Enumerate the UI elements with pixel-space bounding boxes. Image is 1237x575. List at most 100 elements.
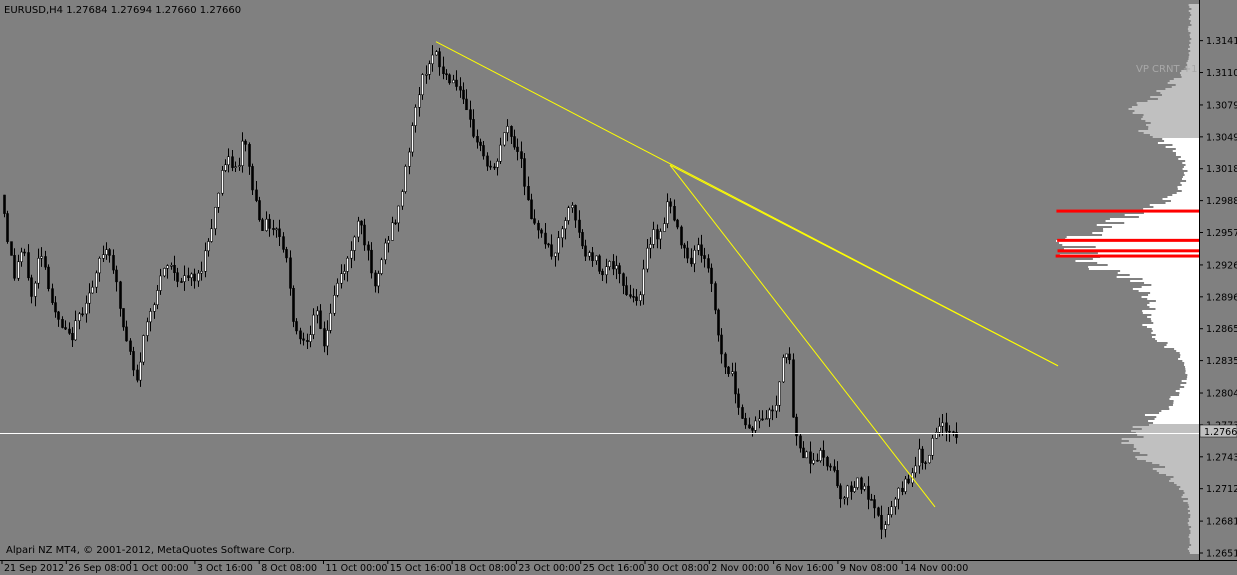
candle-body: [717, 309, 720, 336]
profile-bar: [1188, 48, 1199, 50]
candle-body: [115, 269, 118, 283]
time-axis-labels: 21 Sep 2012 26 Sep 08:00 1 Oct 00:00 3 Oct …: [1, 560, 968, 574]
profile-bar: [1185, 372, 1199, 374]
candle-body: [666, 201, 669, 224]
profile-bar: [1188, 18, 1199, 20]
candle-body: [265, 218, 268, 231]
profile-bar: [1178, 158, 1199, 160]
profile-bar: [1189, 538, 1199, 540]
candle-body: [166, 265, 169, 269]
candle-body: [588, 252, 591, 257]
candle-body: [622, 273, 625, 286]
profile-bar: [1149, 204, 1199, 206]
candle-body: [775, 404, 778, 412]
profile-bar: [1188, 518, 1199, 520]
candle-body: [809, 451, 812, 464]
profile-bar: [1146, 326, 1199, 328]
candle-body: [289, 257, 292, 289]
profile-bar: [1121, 438, 1199, 440]
profile-bar: [1187, 376, 1199, 378]
candle-body: [214, 207, 217, 230]
profile-bar: [1149, 302, 1199, 304]
candle-body: [598, 255, 601, 272]
candle-body: [574, 205, 577, 221]
profile-bar: [1096, 224, 1199, 226]
profile-bar: [1190, 530, 1199, 532]
candle-body: [612, 261, 615, 270]
profile-bar: [1155, 300, 1199, 302]
profile-bar: [1188, 30, 1199, 32]
candle-body: [125, 326, 128, 342]
candle-body: [391, 222, 394, 241]
profile-bar: [1062, 244, 1199, 246]
profile-bar: [1182, 176, 1199, 178]
profile-bar: [1154, 418, 1199, 420]
price-chart[interactable]: 1.31410 1.31105 1.30795 1.30490 1.30185 1.298…: [0, 0, 1237, 575]
candle-body: [503, 132, 506, 146]
candle-body: [40, 256, 43, 259]
profile-bar: [1185, 366, 1199, 368]
candle-body: [884, 524, 887, 530]
profile-bar: [1156, 340, 1199, 342]
profile-peak: [1057, 238, 1199, 242]
candle-body: [91, 286, 94, 294]
profile-bar: [1187, 548, 1199, 550]
candle-body: [333, 294, 336, 314]
candle-body: [554, 252, 557, 257]
profile-bar: [1120, 270, 1199, 272]
candle-body: [275, 228, 278, 231]
profile-bar: [1147, 316, 1199, 318]
candle-body: [85, 302, 88, 315]
time-tick-label: 30 Oct 08:00: [647, 563, 709, 574]
candle-body: [799, 435, 802, 449]
candle-body: [754, 420, 757, 431]
candle-body: [329, 312, 332, 331]
candle-body: [802, 447, 805, 459]
candle-body: [686, 247, 689, 259]
candle-body: [805, 451, 808, 459]
candle-body: [255, 189, 258, 201]
profile-bar: [1165, 88, 1199, 90]
candle-body: [187, 275, 190, 279]
profile-bar: [1156, 416, 1199, 418]
profile-bar: [1180, 486, 1199, 488]
profile-bar: [1188, 512, 1199, 514]
candle-body: [435, 51, 438, 56]
profile-bar: [1153, 422, 1199, 424]
candle-body: [112, 255, 115, 271]
candle-body: [659, 231, 662, 240]
candle-body: [506, 126, 509, 134]
candle-body: [720, 334, 723, 355]
candle-body: [703, 255, 706, 259]
candle-body: [768, 409, 771, 419]
candle-body: [890, 506, 893, 515]
profile-bar: [1147, 298, 1199, 300]
price-tick-label: 1.28960: [1206, 292, 1237, 303]
profile-bar: [1188, 524, 1199, 526]
profile-peak: [1057, 249, 1199, 253]
profile-bar: [1178, 358, 1199, 360]
candle-body: [394, 222, 397, 225]
profile-bar: [1147, 454, 1199, 456]
candle-body: [132, 351, 135, 371]
profile-bar: [1153, 322, 1199, 324]
chart-window[interactable]: 1.31410 1.31105 1.30795 1.30490 1.30185 1.298…: [0, 0, 1237, 575]
candle-body: [54, 302, 57, 313]
profile-bar: [1138, 130, 1199, 132]
price-tick-label: 1.28350: [1206, 356, 1237, 367]
profile-bar: [1142, 310, 1199, 312]
profile-bar: [1189, 40, 1199, 42]
profile-bar: [1150, 292, 1199, 294]
profile-bar: [1190, 22, 1199, 24]
candle-body: [928, 454, 931, 464]
candle-body: [632, 296, 635, 298]
candle-body: [346, 257, 349, 272]
profile-bar: [1184, 386, 1199, 388]
profile-bar: [1132, 288, 1199, 290]
candle-body: [319, 310, 322, 329]
profile-bar: [1111, 226, 1199, 228]
candle-body: [846, 485, 849, 499]
profile-bar: [1174, 482, 1199, 484]
candle-body: [537, 222, 540, 231]
candle-body: [683, 244, 686, 249]
